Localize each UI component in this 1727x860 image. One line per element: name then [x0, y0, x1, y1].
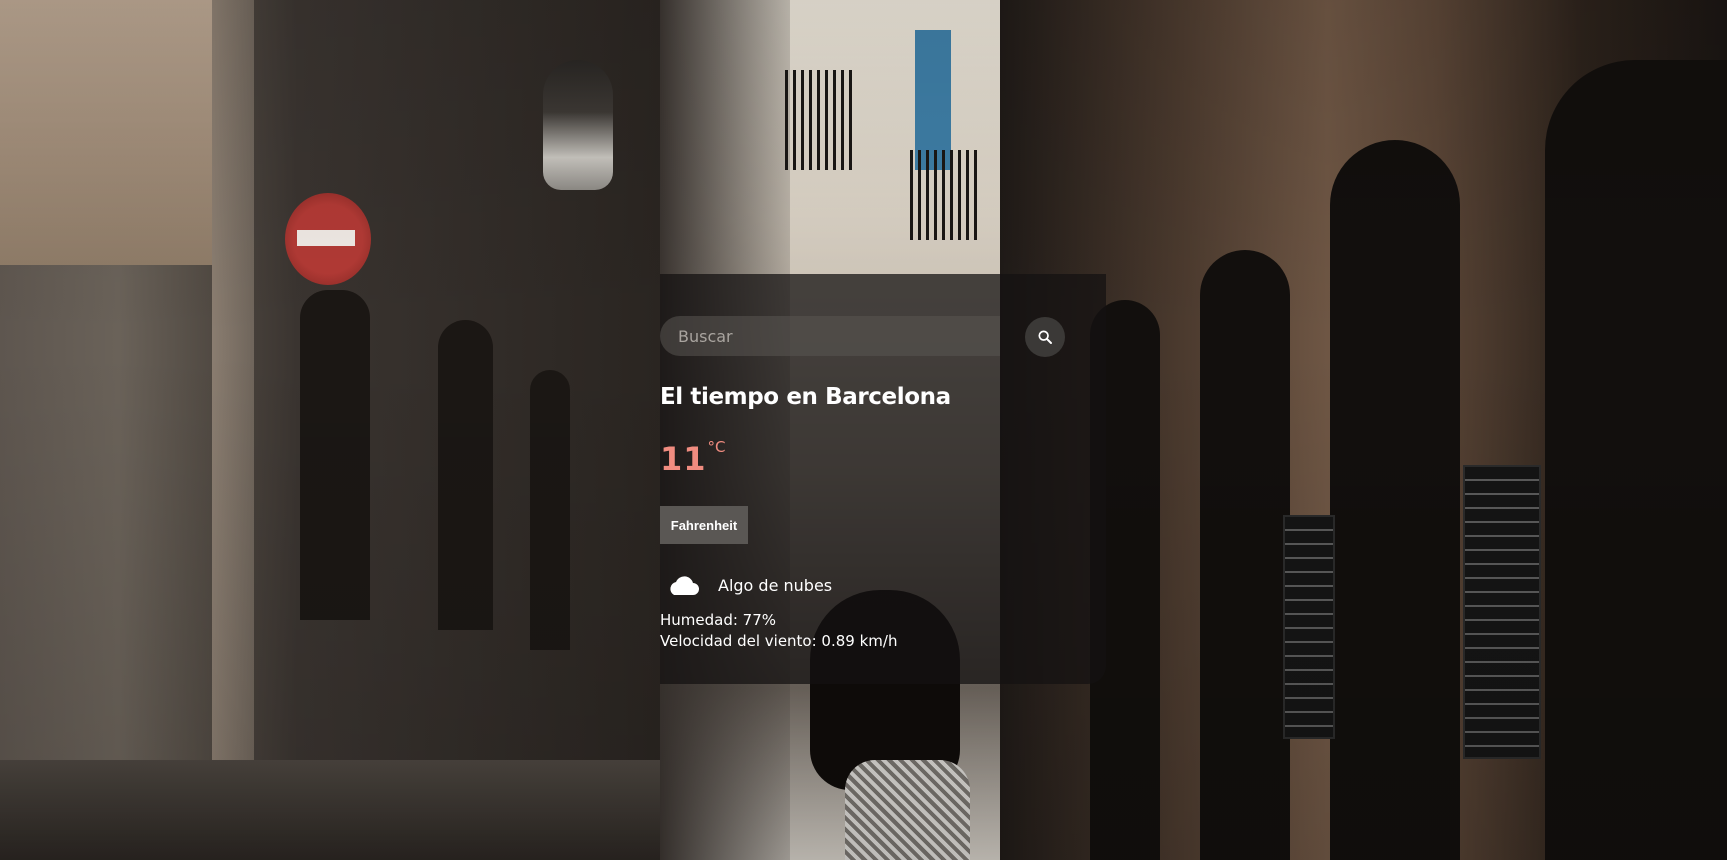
temperature-unit: °C	[707, 438, 726, 456]
weather-description: Algo de nubes	[666, 568, 832, 602]
search-input[interactable]	[660, 316, 1000, 356]
description-text: Algo de nubes	[718, 575, 833, 595]
city-title: El tiempo en Barcelona	[660, 384, 951, 410]
search-bar	[660, 316, 1080, 358]
temperature-value: 11	[660, 440, 707, 478]
temperature-display: 11°C	[660, 438, 726, 478]
search-button[interactable]	[1025, 317, 1065, 357]
cloud-icon	[670, 576, 699, 595]
search-icon	[1038, 330, 1052, 344]
weather-card: El tiempo en Barcelona 11°C Fahrenheit A…	[660, 274, 1106, 684]
humidity-text: Humedad: 77%	[660, 611, 777, 629]
wind-speed-text: Velocidad del viento: 0.89 km/h	[660, 632, 898, 650]
fahrenheit-toggle-button[interactable]: Fahrenheit	[660, 506, 748, 544]
